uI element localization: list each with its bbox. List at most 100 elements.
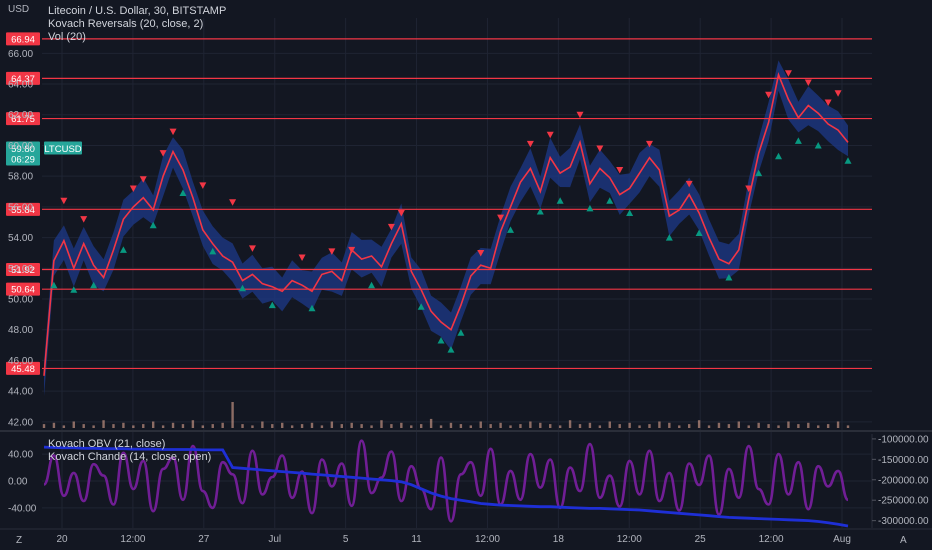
volume-bar xyxy=(340,424,343,428)
volume-bar xyxy=(221,422,224,428)
volume-bar xyxy=(598,425,602,428)
volume-bar xyxy=(479,421,482,428)
volume-bar xyxy=(459,424,463,428)
x-tick-label: 20 xyxy=(56,534,68,545)
volume-bar xyxy=(588,422,592,428)
volume-bar xyxy=(201,425,205,428)
volume-bar xyxy=(390,424,393,428)
volume-bar xyxy=(310,422,314,428)
bearish-reversal-marker xyxy=(60,197,68,205)
volume-bar xyxy=(419,424,423,428)
volume-bar xyxy=(161,425,165,428)
x-tick-label: 11 xyxy=(411,534,422,545)
reversal-band-area xyxy=(44,60,848,397)
trading-chart[interactable]: 66.9464.3761.7555.8451.9250.6445.4859.80… xyxy=(0,0,932,550)
y-tick-label: 46.00 xyxy=(8,356,33,367)
volume-bar xyxy=(707,425,711,428)
volume-bar xyxy=(191,420,195,428)
bullish-reversal-marker xyxy=(447,346,455,353)
volume-bar xyxy=(231,402,234,428)
bullish-reversal-marker xyxy=(368,281,376,289)
volume-bar xyxy=(608,421,611,428)
volume-bar xyxy=(807,422,810,428)
bullish-reversal-marker xyxy=(775,152,783,160)
x-tick-label: 18 xyxy=(553,534,565,545)
bearish-reversal-marker xyxy=(804,79,812,86)
volume-bar xyxy=(747,425,750,428)
volume-bar xyxy=(489,424,492,428)
volume-bar xyxy=(509,425,512,428)
y-tick-label: 50.00 xyxy=(8,295,33,306)
y-tick-label: 66.00 xyxy=(8,49,33,60)
indicator-legend-reversals[interactable]: Kovach Reversals (20, close, 2) xyxy=(48,18,203,30)
volume-bar xyxy=(42,424,46,428)
sub-left-tick-label: 40.00 xyxy=(8,450,33,461)
volume-bar xyxy=(846,425,850,428)
bullish-reversal-marker xyxy=(626,209,634,217)
volume-bar xyxy=(370,425,373,428)
volume-bar xyxy=(290,425,294,428)
x-tick-label: 5 xyxy=(343,534,349,545)
indicator-legend-volume[interactable]: Vol (20) xyxy=(48,31,86,43)
reversal-markers xyxy=(50,70,852,353)
volume-bar xyxy=(52,422,56,428)
bearish-reversal-marker xyxy=(229,199,237,206)
y-tick-label: 62.00 xyxy=(8,110,33,121)
bearish-reversal-marker xyxy=(526,140,534,148)
volume-bar xyxy=(549,424,552,428)
chart-title: Litecoin / U.S. Dollar, 30, BITSTAMP xyxy=(48,5,226,17)
x-tick-label: 12:00 xyxy=(617,534,642,545)
y-tick-label: 52.00 xyxy=(8,264,33,275)
volume-bar xyxy=(350,422,353,428)
volume-bar xyxy=(400,422,403,428)
volume-bar xyxy=(330,421,334,428)
volume-bar xyxy=(638,425,641,428)
volume-bar xyxy=(668,422,671,428)
auto-scale-icon[interactable]: A xyxy=(900,535,907,546)
volume-bar xyxy=(62,425,66,428)
volume-bar xyxy=(578,424,582,428)
volume-bar xyxy=(300,424,304,428)
volume-bar xyxy=(836,421,840,428)
volume-bar xyxy=(132,425,135,428)
sub-legend-obv[interactable]: Kovach OBV (21, close) xyxy=(48,438,165,450)
volume-bar xyxy=(142,424,145,428)
volume-bar xyxy=(251,425,254,428)
volume-bar xyxy=(618,424,621,428)
zoom-toggle-icon[interactable]: Z xyxy=(16,535,22,546)
volume-bar xyxy=(519,424,522,428)
bullish-reversal-marker xyxy=(794,137,802,144)
volume-bar xyxy=(360,424,363,428)
volume-bar xyxy=(281,422,284,428)
sub-legend-chande[interactable]: Kovach Chande (14, close, open) xyxy=(48,451,211,463)
volume-bar xyxy=(82,424,85,428)
y-tick-label: 64.00 xyxy=(8,80,33,91)
volume-bar xyxy=(787,421,790,428)
volume-bar xyxy=(380,420,383,428)
volume-bar xyxy=(678,425,681,428)
volume-bar xyxy=(499,422,502,428)
volume-bar xyxy=(171,422,175,428)
volume-bar xyxy=(757,422,760,428)
bearish-reversal-marker xyxy=(80,216,88,223)
x-tick-label: 12:00 xyxy=(759,534,784,545)
volume-bar xyxy=(122,422,125,428)
x-tick-label: Jul xyxy=(268,534,281,545)
volume-bar xyxy=(539,422,542,428)
volume-bar xyxy=(72,421,75,428)
reversal-band xyxy=(44,60,848,397)
volume-bar xyxy=(439,425,443,428)
bullish-reversal-marker xyxy=(457,329,465,336)
x-tick-label: Aug xyxy=(833,534,851,545)
symbol-tag-label: LTCUSD xyxy=(44,144,81,155)
volume-bar xyxy=(777,425,780,428)
volume-bar xyxy=(529,421,532,428)
volume-bar xyxy=(151,421,155,428)
volume-bar xyxy=(687,424,691,428)
volume-bar xyxy=(558,425,562,428)
y-tick-label: 56.00 xyxy=(8,202,33,213)
bullish-reversal-marker xyxy=(556,197,564,204)
bullish-reversal-marker xyxy=(586,204,594,212)
bearish-reversal-marker xyxy=(546,131,554,139)
volume-bar xyxy=(449,422,453,428)
